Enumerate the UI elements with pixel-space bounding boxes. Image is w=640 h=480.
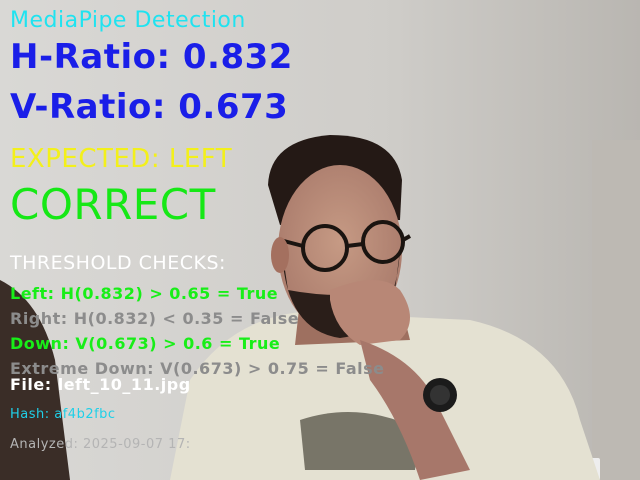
ear — [271, 237, 289, 273]
check-right: Right: H(0.832) < 0.35 = False — [10, 309, 300, 328]
threshold-heading: THRESHOLD CHECKS: — [10, 252, 226, 274]
expected-direction: EXPECTED: LEFT — [10, 144, 233, 174]
h-ratio-readout: H-Ratio: 0.832 — [10, 37, 293, 77]
result-label: CORRECT — [10, 180, 216, 229]
door-edge — [592, 140, 640, 480]
hash-label: Hash: af4b2fbc — [10, 407, 116, 422]
v-ratio-readout: V-Ratio: 0.673 — [10, 87, 289, 127]
detection-title: MediaPipe Detection — [10, 8, 246, 33]
analyzed-timestamp: Analyzed: 2025-09-07 17: — [10, 437, 191, 452]
file-name: File: left_10_11.jpg — [10, 375, 191, 394]
check-left: Left: H(0.832) > 0.65 = True — [10, 284, 279, 303]
check-down: Down: V(0.673) > 0.6 = True — [10, 334, 281, 353]
